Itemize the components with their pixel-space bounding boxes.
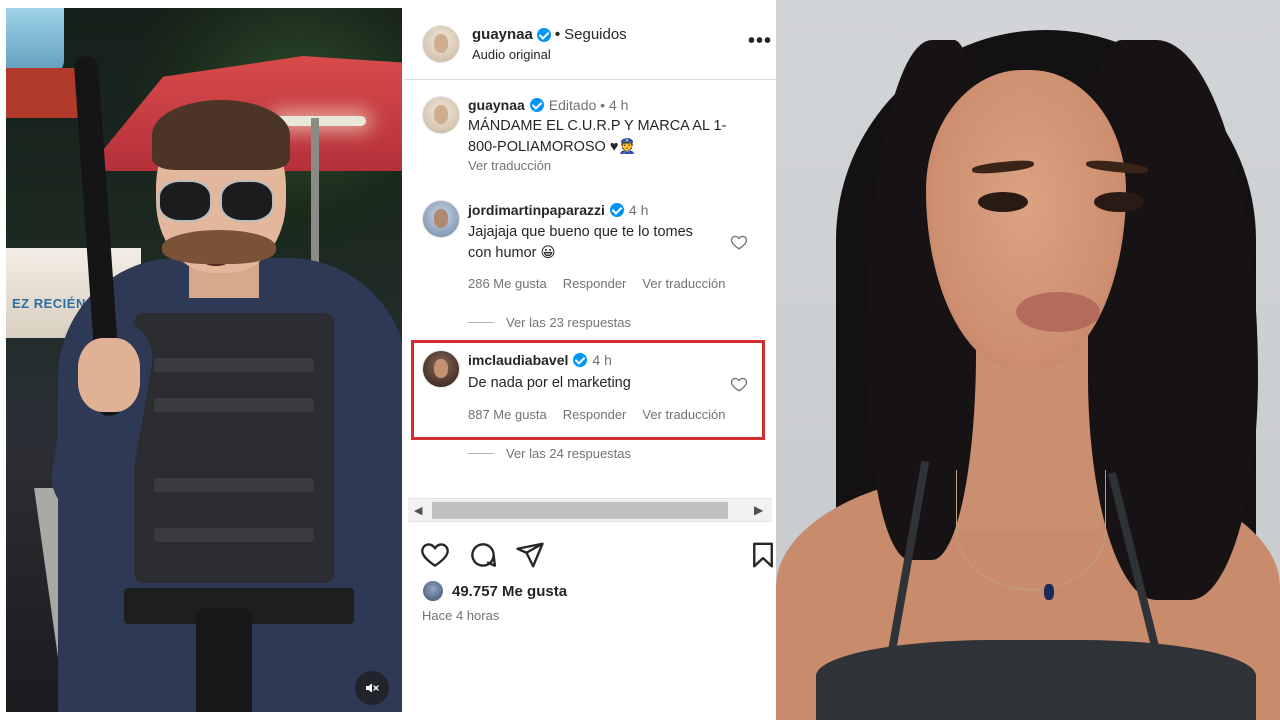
- post-action-bar: [404, 540, 776, 574]
- follow-status-button[interactable]: Seguidos: [564, 26, 627, 43]
- lamp: [276, 116, 366, 126]
- avatar[interactable]: [422, 96, 460, 134]
- share-icon[interactable]: [515, 540, 545, 570]
- reel-video[interactable]: EZ RECIÉN PE: [6, 8, 402, 712]
- post-likes-count: 49.757 Me gusta: [452, 582, 568, 600]
- post-timestamp: Hace 4 horas: [422, 608, 500, 623]
- comment-item: imclaudiabavel 4 h De nada por el market…: [404, 346, 776, 466]
- replies-line: [468, 322, 494, 323]
- view-replies-link[interactable]: Ver las 23 respuestas: [468, 315, 631, 330]
- hair: [152, 100, 290, 170]
- scrollbar-thumb[interactable]: [432, 502, 728, 519]
- caption-username[interactable]: guaynaa: [468, 97, 525, 113]
- verified-icon: [609, 203, 624, 217]
- vest-strap: [154, 358, 314, 372]
- comment-time: 4 h: [628, 202, 649, 218]
- avatar[interactable]: [422, 25, 460, 63]
- horizontal-scrollbar[interactable]: ◀ ▶: [408, 498, 772, 522]
- comment-text: De nada por el marketing: [468, 375, 631, 391]
- vest-strap: [154, 398, 314, 412]
- verified-icon: [573, 353, 588, 367]
- comment-text: Jajajaja que bueno que te lo tomes con h…: [468, 224, 693, 261]
- caption-header: guaynaa Editado • 4 h: [468, 97, 628, 113]
- caption: guaynaa Editado • 4 h MÁNDAME EL C.U.R.P…: [404, 92, 776, 182]
- mute-icon: [366, 683, 379, 693]
- comment-likes-count[interactable]: 286 Me gusta: [468, 276, 547, 291]
- portrait-photo: [776, 0, 1280, 720]
- comment-header: jordimartinpaparazzi 4 h: [468, 202, 648, 218]
- translate-button[interactable]: Ver traducción: [642, 276, 725, 291]
- instagram-comments-panel: guaynaa • Seguidos Audio original ••• gu…: [404, 0, 776, 720]
- header-username[interactable]: guaynaa: [472, 26, 533, 43]
- more-icon[interactable]: •••: [748, 30, 772, 53]
- sunglasses-left: [158, 180, 212, 222]
- header-user: guaynaa • Seguidos: [472, 26, 627, 43]
- avatar[interactable]: [422, 200, 460, 238]
- reply-button[interactable]: Responder: [563, 407, 627, 422]
- scroll-right-arrow[interactable]: ▶: [754, 503, 763, 517]
- view-replies-link[interactable]: Ver las 24 respuestas: [468, 446, 631, 461]
- avatar[interactable]: [422, 350, 460, 388]
- scroll-left-arrow[interactable]: ◀: [414, 504, 422, 517]
- separator-dot: •: [554, 26, 561, 43]
- comment-actions: 286 Me gusta Responder Ver traducción: [468, 276, 726, 291]
- post-header: guaynaa • Seguidos Audio original •••: [404, 0, 776, 80]
- avatar: [422, 580, 444, 602]
- comment-icon[interactable]: [468, 540, 498, 570]
- eye-left: [978, 192, 1028, 212]
- caption-translate-link[interactable]: Ver traducción: [468, 158, 551, 173]
- verified-icon: [536, 27, 551, 42]
- verified-icon: [529, 98, 544, 112]
- necklace: [956, 470, 1106, 590]
- fake-mustache: [162, 230, 276, 264]
- top-garment: [816, 640, 1256, 720]
- comment-item: jordimartinpaparazzi 4 h Jajajaja que bu…: [404, 196, 776, 336]
- post-likes[interactable]: 49.757 Me gusta: [422, 580, 567, 602]
- audio-label[interactable]: Audio original: [472, 47, 551, 62]
- hand: [78, 338, 140, 412]
- eye-right: [1094, 192, 1144, 212]
- translate-button[interactable]: Ver traducción: [642, 407, 725, 422]
- hair-right: [1088, 40, 1258, 600]
- replies-line: [468, 453, 494, 454]
- holster: [196, 608, 252, 712]
- comment-header: imclaudiabavel 4 h: [468, 352, 612, 368]
- vest-strap: [154, 478, 314, 492]
- tactical-vest: [134, 313, 334, 583]
- sunglasses-right: [220, 180, 274, 222]
- view-replies-label: Ver las 24 respuestas: [506, 446, 632, 461]
- comment-likes-count[interactable]: 887 Me gusta: [468, 407, 547, 422]
- pendant: [1044, 584, 1054, 600]
- like-comment-heart-icon[interactable]: [730, 233, 748, 251]
- heart-icon[interactable]: [420, 540, 450, 570]
- comment-actions: 887 Me gusta Responder Ver traducción: [468, 407, 726, 422]
- mute-button[interactable]: [355, 671, 389, 705]
- reply-button[interactable]: Responder: [563, 276, 627, 291]
- view-replies-label: Ver las 23 respuestas: [506, 315, 632, 330]
- like-comment-heart-icon[interactable]: [730, 375, 748, 393]
- caption-text: MÁNDAME EL C.U.R.P Y MARCA AL 1-800-POLI…: [468, 118, 727, 155]
- comment-username[interactable]: jordimartinpaparazzi: [468, 202, 605, 218]
- bookmark-icon[interactable]: [748, 540, 776, 570]
- vest-strap: [154, 528, 314, 542]
- comment-time: 4 h: [592, 352, 612, 368]
- lips: [1016, 292, 1100, 332]
- caption-meta: Editado • 4 h: [548, 97, 629, 113]
- comment-username[interactable]: imclaudiabavel: [468, 352, 568, 368]
